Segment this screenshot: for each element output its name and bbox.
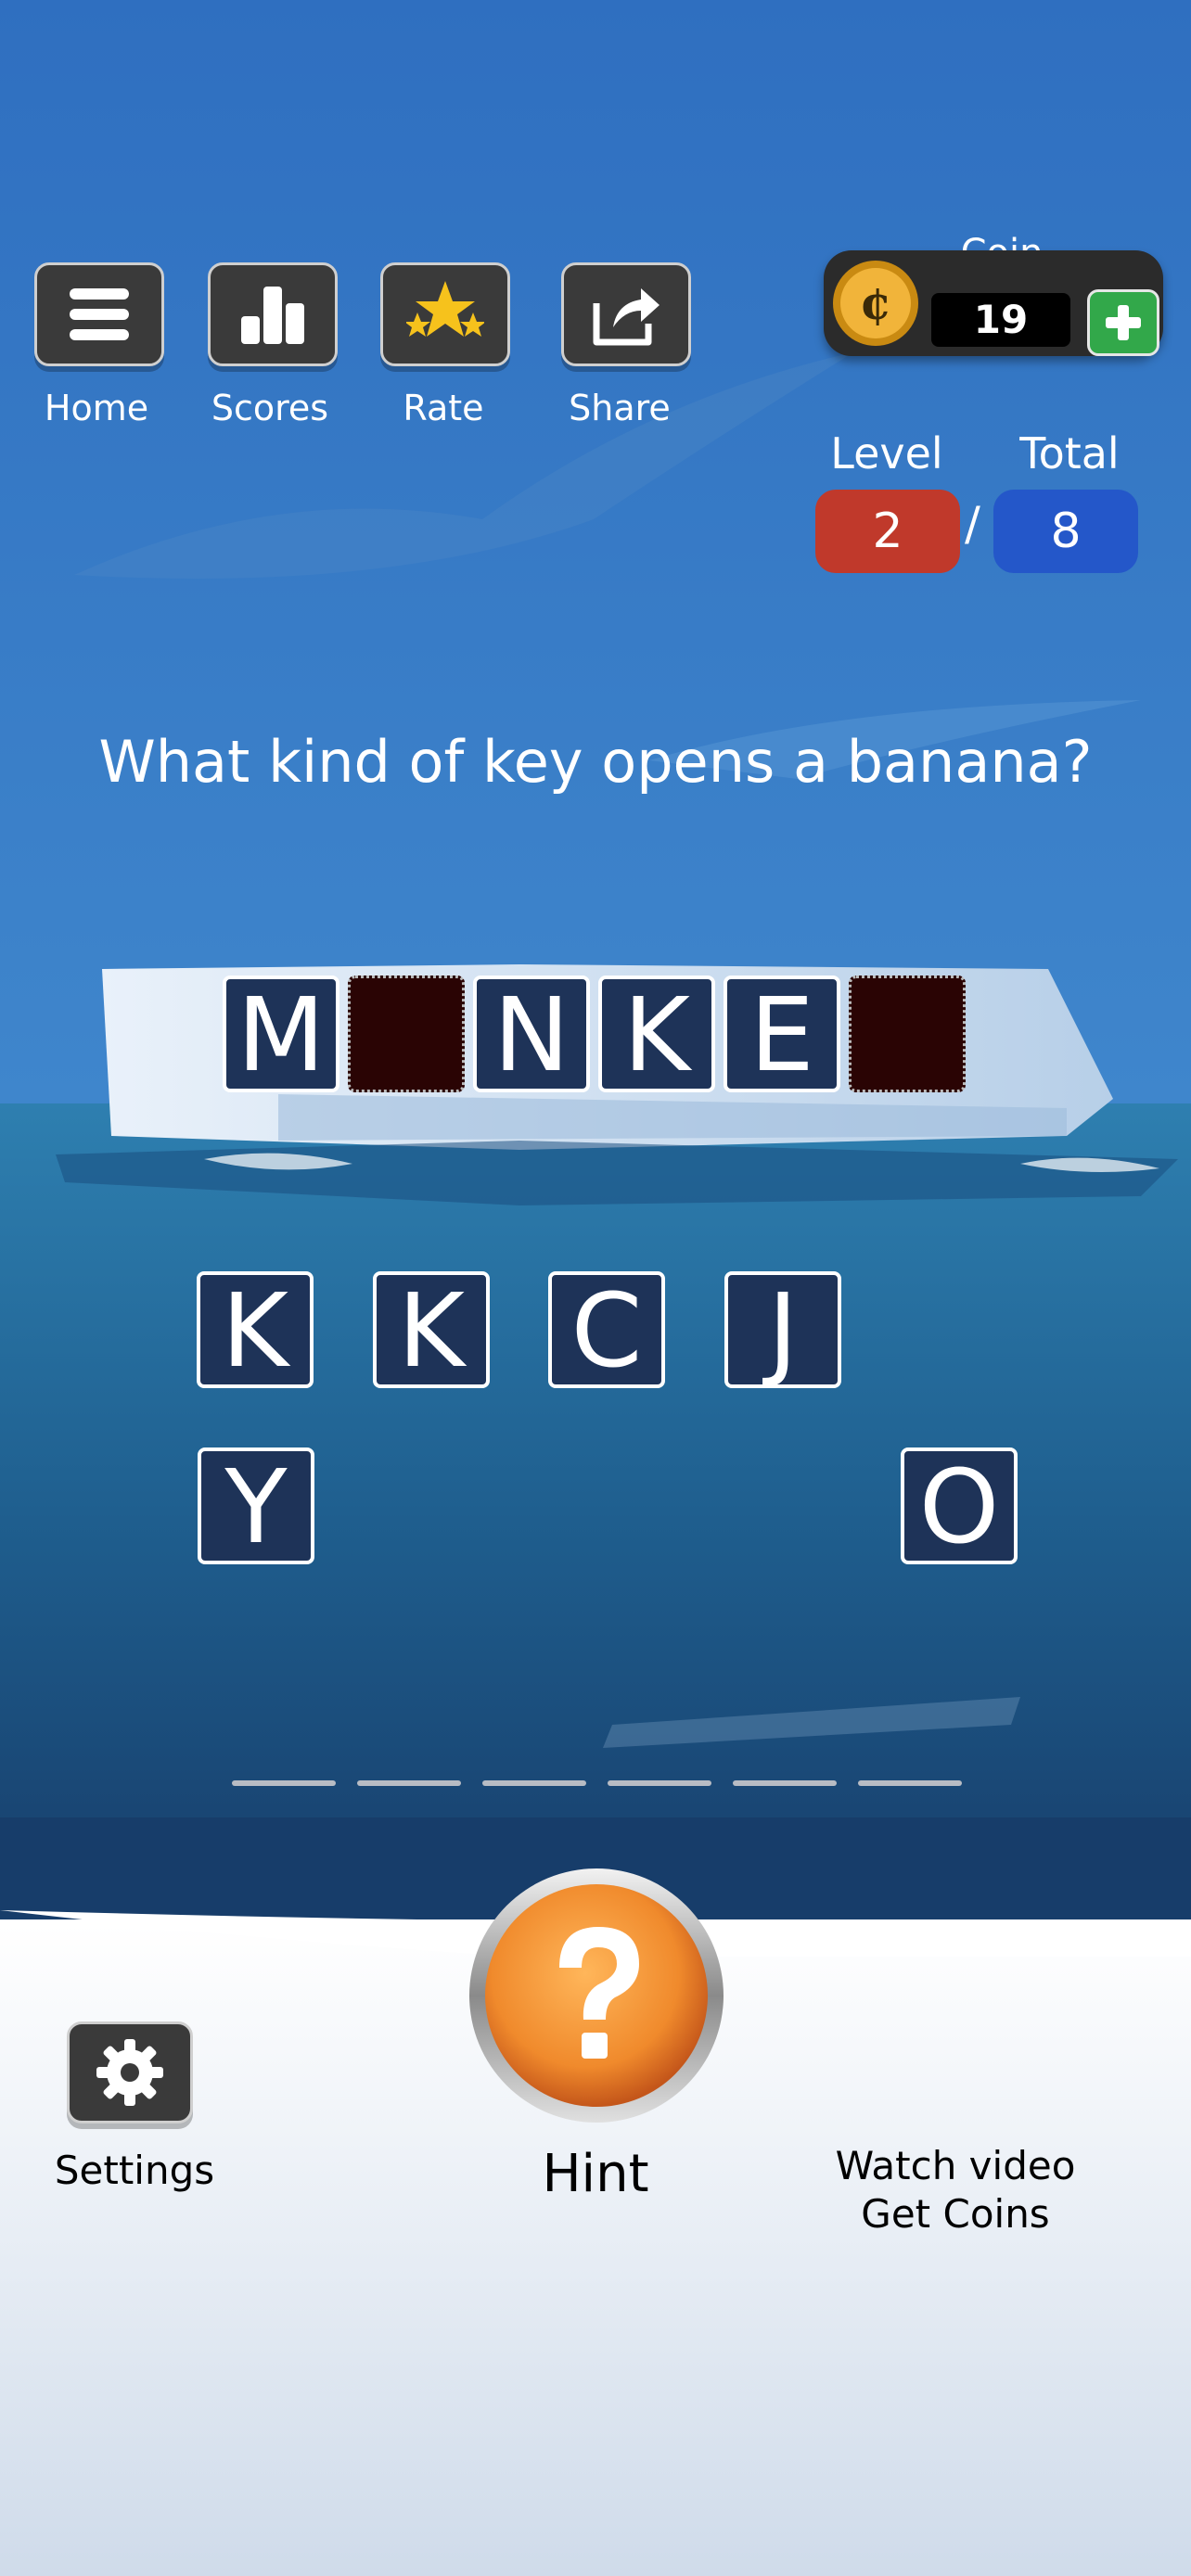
letter-tile[interactable]: J <box>724 1271 841 1388</box>
answer-dash <box>357 1780 461 1786</box>
share-button[interactable] <box>561 262 691 366</box>
coin-count: 19 <box>931 293 1070 347</box>
answer-dash <box>482 1780 586 1786</box>
gear-icon <box>96 2039 163 2106</box>
answer-slot-empty[interactable] <box>348 976 465 1092</box>
total-value: 8 <box>993 490 1138 573</box>
home-button[interactable] <box>34 262 164 366</box>
answer-slot[interactable]: N <box>473 976 590 1092</box>
share-icon <box>593 288 660 346</box>
letter-tile[interactable]: Y <box>198 1447 314 1564</box>
answer-dash <box>232 1780 336 1786</box>
plus-icon <box>1106 305 1141 340</box>
watch-video-label: Watch video <box>835 2143 1076 2188</box>
hint-label: Hint <box>542 2144 649 2204</box>
answer-slot[interactable]: M <box>223 976 339 1092</box>
bar-chart-icon <box>241 287 304 344</box>
rate-button[interactable] <box>380 262 510 366</box>
scores-button[interactable] <box>208 262 338 366</box>
letter-tile[interactable]: K <box>373 1271 490 1388</box>
total-label: Total <box>1019 428 1120 478</box>
add-coins-button[interactable] <box>1087 289 1159 356</box>
answer-slot[interactable]: K <box>598 976 715 1092</box>
hint-button[interactable] <box>467 1866 726 2125</box>
menu-icon <box>70 288 129 340</box>
letter-tile[interactable]: O <box>901 1447 1018 1564</box>
level-label: Level <box>830 428 943 478</box>
answer-slot[interactable]: E <box>724 976 840 1092</box>
share-label: Share <box>569 388 671 428</box>
get-coins-label: Get Coins <box>861 2191 1050 2237</box>
answer-dash <box>858 1780 962 1786</box>
level-separator: / <box>965 497 980 551</box>
watch-video-button[interactable]: Watch video Get Coins <box>798 2142 1113 2238</box>
letter-tile[interactable]: C <box>548 1271 665 1388</box>
answer-dash <box>608 1780 711 1786</box>
riddle-question: What kind of key opens a banana? <box>98 728 1093 796</box>
answer-slot-empty[interactable] <box>849 976 966 1092</box>
settings-button[interactable] <box>67 2021 193 2123</box>
letter-tile[interactable]: K <box>197 1271 314 1388</box>
answer-dash <box>733 1780 837 1786</box>
settings-label: Settings <box>54 2148 215 2193</box>
coin-icon: ¢ <box>833 261 918 346</box>
stars-icon <box>406 281 484 337</box>
home-label: Home <box>44 388 149 428</box>
rate-label: Rate <box>403 388 484 428</box>
level-value: 2 <box>815 490 960 573</box>
svg-text:¢: ¢ <box>860 275 892 330</box>
scores-label: Scores <box>211 388 329 428</box>
